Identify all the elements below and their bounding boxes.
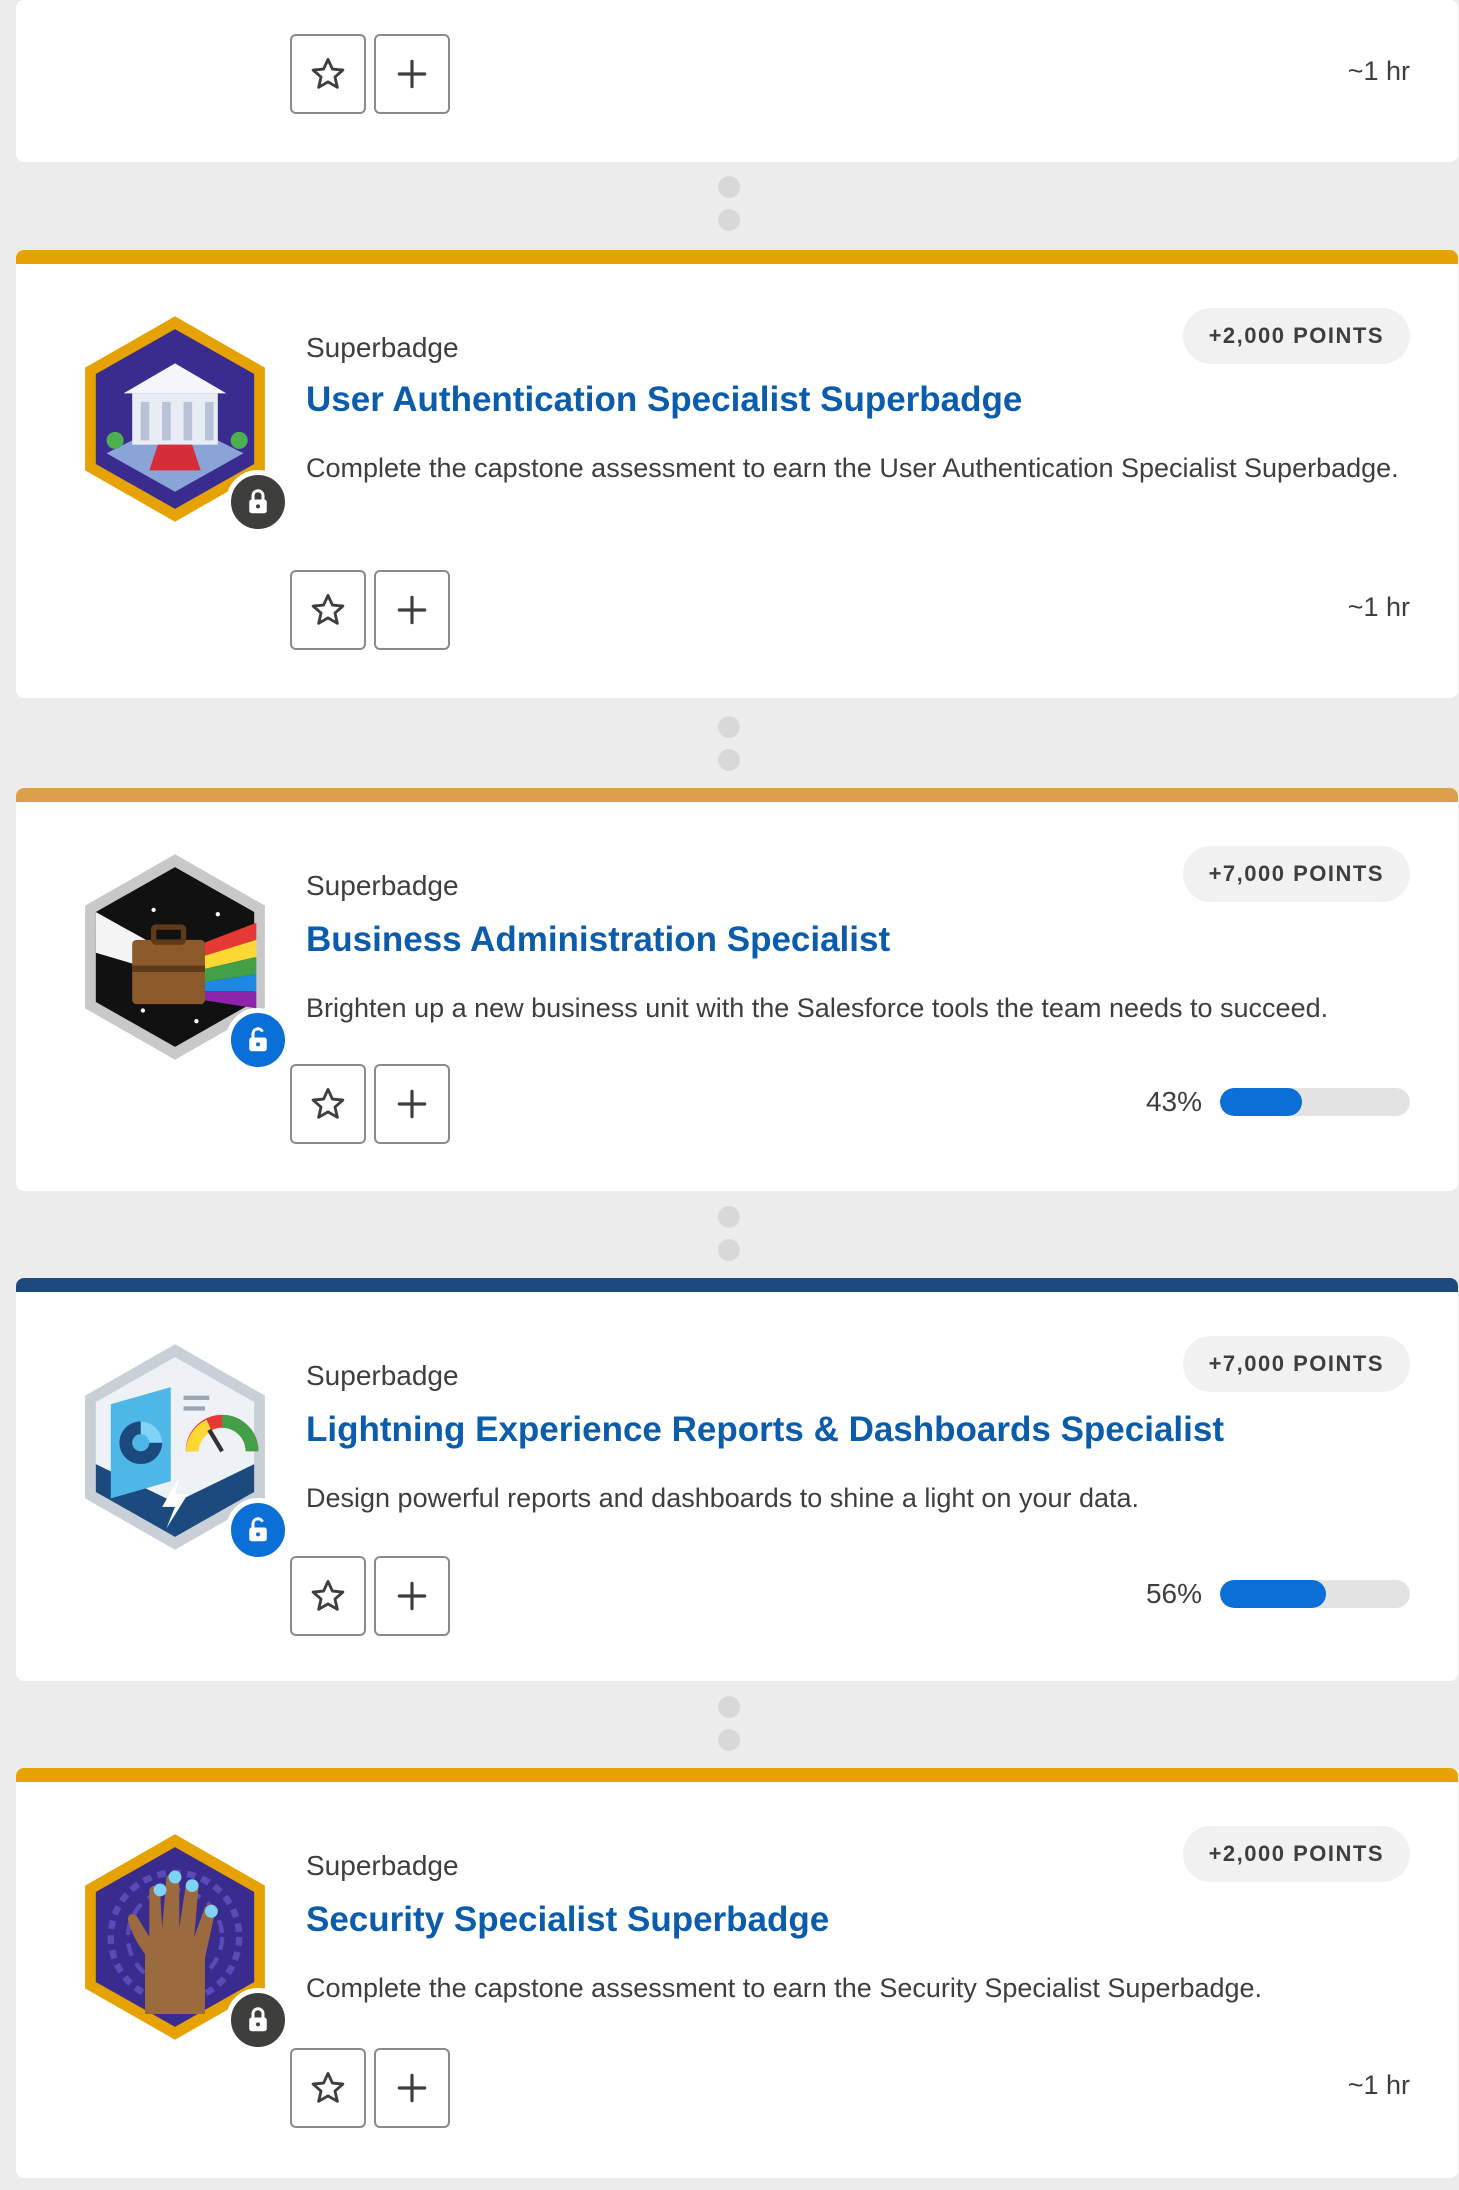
badge-image <box>68 1830 290 2052</box>
points-badge: +2,000 POINTS <box>1182 308 1410 364</box>
unlocked-icon <box>226 1498 290 1562</box>
plus-icon <box>397 595 427 625</box>
content-type-label: Superbadge <box>306 1850 459 1881</box>
content-type-label: Superbadge <box>306 332 459 363</box>
points-badge: +2,000 POINTS <box>1182 1826 1410 1882</box>
card-accent-bar <box>16 788 1458 802</box>
points-badge: +7,000 POINTS <box>1182 846 1410 902</box>
add-button[interactable] <box>374 1064 450 1144</box>
points-badge: +7,000 POINTS <box>1182 1336 1410 1392</box>
badge-image <box>68 1340 290 1562</box>
trail-connector <box>718 1696 740 1762</box>
card-accent-bar <box>16 1278 1458 1292</box>
badge-description: Complete the capstone assessment to earn… <box>306 1973 1263 2003</box>
card-accent-bar <box>16 1768 1458 1782</box>
progress-fill <box>1220 1580 1327 1608</box>
duration-label: ~1 hr <box>1347 2070 1410 2100</box>
progress-indicator: 43% <box>1146 1086 1410 1118</box>
badge-title-link[interactable]: Security Specialist Superbadge <box>306 1900 829 1940</box>
badge-description: Complete the capstone assessment to earn… <box>306 453 1399 483</box>
trail-connector <box>718 716 740 782</box>
progress-percent: 56% <box>1145 1578 1202 1609</box>
badge-title-link[interactable]: Lightning Experience Reports & Dashboard… <box>306 1410 1224 1450</box>
content-type-label: Superbadge <box>306 1360 459 1391</box>
badge-image <box>68 312 290 534</box>
badge-title-link[interactable]: Business Administration Specialist <box>306 920 890 960</box>
star-icon <box>311 594 345 625</box>
add-button[interactable] <box>374 34 450 114</box>
plus-icon <box>397 1089 427 1119</box>
favorite-button[interactable] <box>290 1556 366 1636</box>
trail-card-partial: ~1 hr <box>16 0 1458 162</box>
trail-connector <box>718 176 740 242</box>
badge-image <box>68 850 290 1072</box>
plus-icon <box>397 1581 427 1611</box>
favorite-button[interactable] <box>290 570 366 650</box>
trail-card-lightning-reports: Superbadge Lightning Experience Reports … <box>16 1278 1458 1681</box>
badge-title-link[interactable]: User Authentication Specialist Superbadg… <box>306 380 1022 420</box>
progress-indicator: 56% <box>1146 1578 1410 1610</box>
content-type-label: Superbadge <box>306 870 459 901</box>
duration-label: ~1 hr <box>1347 56 1410 86</box>
progress-bar <box>1220 1580 1410 1608</box>
duration-label: ~1 hr <box>1347 592 1410 622</box>
locked-icon <box>226 470 290 534</box>
star-icon <box>311 1088 345 1119</box>
plus-icon <box>397 2073 427 2103</box>
progress-fill <box>1220 1088 1302 1116</box>
locked-icon <box>226 1988 290 2052</box>
favorite-button[interactable] <box>290 1064 366 1144</box>
star-icon <box>311 2072 345 2103</box>
trail-connector <box>718 1206 740 1272</box>
add-button[interactable] <box>374 570 450 650</box>
trail-card-user-auth: Superbadge User Authentication Specialis… <box>16 250 1458 698</box>
favorite-button[interactable] <box>290 2048 366 2128</box>
badge-description: Brighten up a new business unit with the… <box>306 993 1329 1023</box>
progress-bar <box>1220 1088 1410 1116</box>
card-accent-bar <box>16 250 1458 264</box>
trail-card-business-admin: Superbadge Business Administration Speci… <box>16 788 1458 1191</box>
progress-percent: 43% <box>1145 1086 1202 1117</box>
star-icon <box>311 1580 345 1611</box>
add-button[interactable] <box>374 2048 450 2128</box>
plus-icon <box>397 59 427 89</box>
add-button[interactable] <box>374 1556 450 1636</box>
star-icon <box>311 58 345 89</box>
favorite-button[interactable] <box>290 34 366 114</box>
badge-description: Design powerful reports and dashboards t… <box>306 1483 1140 1513</box>
unlocked-icon <box>226 1008 290 1072</box>
trail-card-security-specialist: Superbadge Security Specialist Superbadg… <box>16 1768 1458 2178</box>
